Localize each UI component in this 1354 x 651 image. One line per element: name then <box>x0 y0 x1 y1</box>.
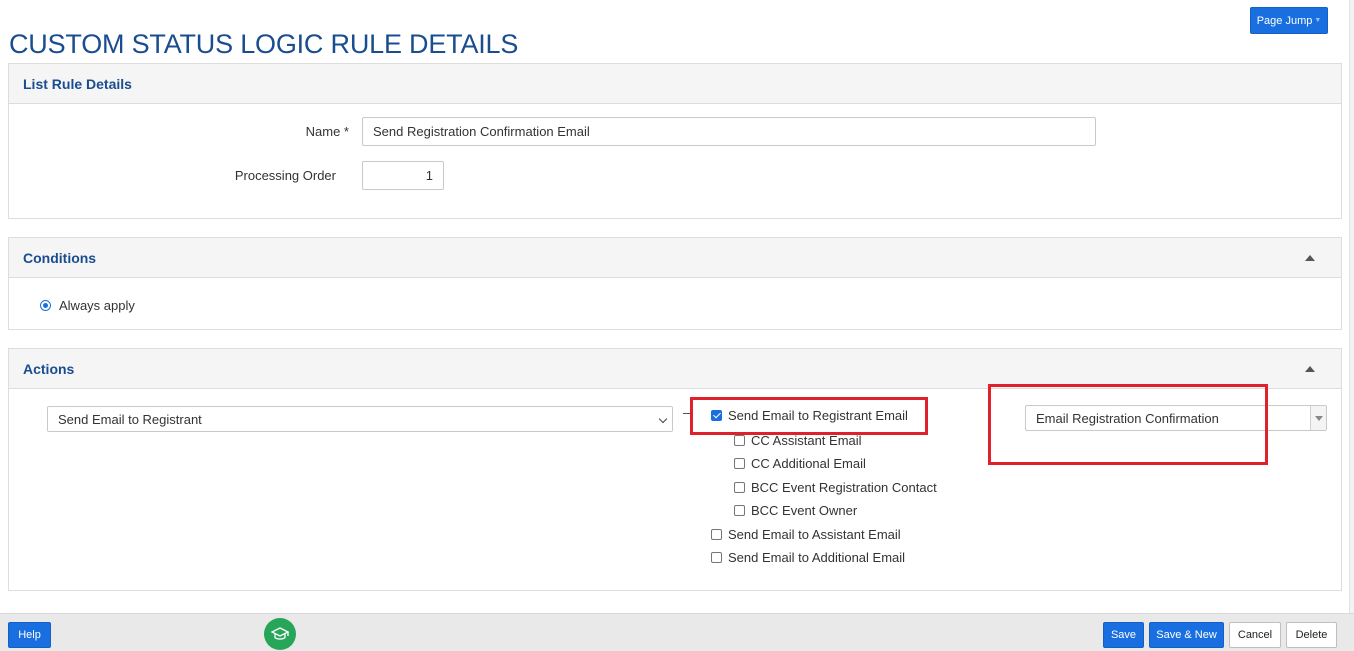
actions-header: Actions <box>9 349 1341 389</box>
checkbox-label: Send Email to Additional Email <box>728 549 906 565</box>
conditions-title: Conditions <box>23 249 97 266</box>
name-label: Name * <box>305 124 349 139</box>
chevron-down-icon <box>658 414 668 424</box>
collapse-up-icon[interactable] <box>1305 366 1315 372</box>
checkbox-bcc-registration-contact[interactable]: BCC Event Registration Contact <box>734 478 937 496</box>
highlight-box-checkbox <box>690 397 928 435</box>
name-input[interactable] <box>362 117 1096 146</box>
checkbox-bcc-event-owner[interactable]: BCC Event Owner <box>734 501 857 519</box>
actions-title: Actions <box>23 360 75 377</box>
always-apply-radio[interactable] <box>40 300 51 311</box>
checkbox-label: Send Email to Assistant Email <box>728 526 901 542</box>
conditions-panel: Conditions <box>8 237 1342 330</box>
save-and-new-button[interactable]: Save & New <box>1149 622 1224 648</box>
conditions-header: Conditions <box>9 238 1341 278</box>
checkbox-send-additional[interactable]: Send Email to Additional Email <box>711 548 905 566</box>
checkbox-cc-additional[interactable]: CC Additional Email <box>734 454 866 472</box>
delete-button[interactable]: Delete <box>1286 622 1337 648</box>
checkbox-box[interactable] <box>734 481 745 493</box>
checkbox-send-assistant[interactable]: Send Email to Assistant Email <box>711 525 901 543</box>
checkbox-label: BCC Event Registration Contact <box>751 479 937 495</box>
collapse-up-icon[interactable] <box>1305 255 1315 261</box>
cancel-button[interactable]: Cancel <box>1229 622 1281 648</box>
highlight-box-template <box>988 384 1268 465</box>
page-jump-label: Page Jump <box>1256 14 1313 27</box>
scrollbar-track[interactable] <box>1349 0 1354 613</box>
action-type-select[interactable]: Send Email to Registrant <box>47 406 673 432</box>
list-rule-details-title: List Rule Details <box>23 75 132 92</box>
checkbox-box[interactable] <box>734 434 745 446</box>
footer-bar: Help Save Save & New Cancel Delete <box>0 613 1354 651</box>
checkbox-box[interactable] <box>711 551 722 563</box>
dropdown-arrow-icon[interactable] <box>1310 406 1326 430</box>
graduation-cap-icon[interactable] <box>264 618 296 650</box>
checkbox-box[interactable] <box>734 504 745 516</box>
checkbox-label: BCC Event Owner <box>751 502 858 518</box>
processing-order-label: Processing Order <box>234 168 336 183</box>
checkbox-label: CC Additional Email <box>751 455 866 471</box>
processing-order-input[interactable] <box>362 161 444 190</box>
caret-down-icon: ▼ <box>1314 17 1322 24</box>
checkbox-box[interactable] <box>711 528 722 540</box>
list-rule-details-header: List Rule Details <box>9 64 1341 104</box>
page-jump-button[interactable]: Page Jump ▼ <box>1250 7 1328 34</box>
help-button[interactable]: Help <box>8 622 51 648</box>
page-title: CUSTOM STATUS LOGIC RULE DETAILS <box>9 29 519 60</box>
save-button[interactable]: Save <box>1103 622 1144 648</box>
checkbox-box[interactable] <box>734 457 745 469</box>
action-type-value: Send Email to Registrant <box>58 411 202 427</box>
always-apply-label: Always apply <box>59 298 135 313</box>
